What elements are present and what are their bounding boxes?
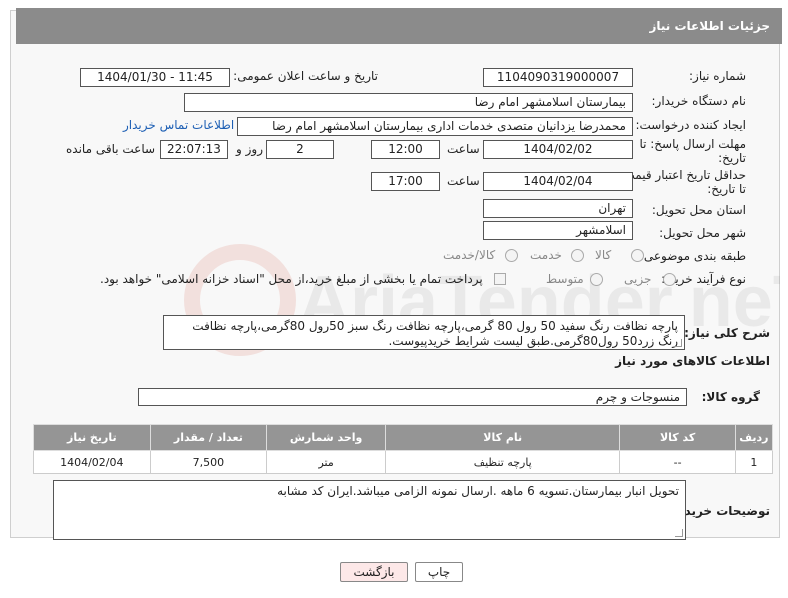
cell-item-name: پارچه تنظیف — [385, 450, 621, 474]
panel-header: جزئیات اطلاعات نیاز — [16, 8, 782, 44]
buyer-org-label: نام دستگاه خریدار: — [651, 94, 747, 108]
price-validity-label: حداقل تاریخ اعتبار قیمت: تا تاریخ: — [619, 168, 746, 196]
cell-item-code: -- — [619, 450, 736, 474]
announce-label: تاریخ و ساعت اعلان عمومی: — [233, 69, 378, 83]
goods-group-label: گروه کالا: — [701, 390, 760, 404]
cell-unit: متر — [266, 450, 387, 474]
remaining-time-field: 22:07:13 — [160, 140, 228, 159]
deadline-time-field: 12:00 — [371, 140, 440, 159]
description-label: شرح کلی نیاز: — [684, 326, 770, 340]
process-radio-minor[interactable] — [663, 273, 676, 286]
city-field: اسلامشهر — [483, 221, 633, 240]
col-row-number: ردیف — [734, 424, 774, 451]
deadline-label: مهلت ارسال پاسخ: تا تاریخ: — [639, 137, 746, 165]
description-text: پارچه نظافت رنگ سفید 50 رول 80 گرمی،پارچ… — [192, 319, 678, 348]
category-radio-service[interactable] — [571, 249, 584, 262]
city-label: شهر محل تحویل: — [659, 226, 746, 240]
province-field: تهران — [483, 199, 633, 218]
price-time-label: ساعت — [447, 174, 480, 188]
creator-field: محمدرضا یزدانیان متصدی خدمات اداری بیمار… — [237, 117, 633, 136]
need-number-label: شماره نیاز: — [689, 69, 746, 83]
remaining-label: ساعت باقی مانده — [66, 142, 156, 156]
announce-field: 1404/01/30 - 11:45 — [80, 68, 230, 87]
deadline-date-field: 1404/02/02 — [483, 140, 633, 159]
process-option-minor: جزیی — [624, 272, 652, 286]
table-row: 1 -- پارچه تنظیف متر 7,500 1404/02/04 — [33, 450, 774, 474]
category-radio-goods[interactable] — [631, 249, 644, 262]
col-unit: واحد شمارش — [266, 424, 387, 451]
buyer-org-field: بیمارستان اسلامشهر امام رضا — [184, 93, 633, 112]
payment-note: پرداخت تمام یا بخشی از مبلغ خرید،از محل … — [100, 272, 483, 286]
deadline-time-label: ساعت — [447, 142, 480, 156]
category-option-goods-service: کالا/خدمت — [443, 248, 496, 262]
category-label: طبقه بندی موضوعی: — [639, 249, 746, 263]
cell-quantity: 7,500 — [149, 450, 268, 474]
price-date-field: 1404/02/04 — [483, 172, 633, 191]
category-option-service: خدمت — [530, 248, 562, 262]
description-textarea: پارچه نظافت رنگ سفید 50 رول 80 گرمی،پارچ… — [163, 315, 685, 350]
process-option-medium: متوسط — [546, 272, 584, 286]
goods-table-header: ردیف کد کالا نام کالا واحد شمارش تعداد /… — [33, 424, 774, 451]
process-radio-medium[interactable] — [590, 273, 603, 286]
col-item-name: نام کالا — [385, 424, 621, 451]
col-need-date: تاریخ نیاز — [33, 424, 151, 451]
col-item-code: کد کالا — [619, 424, 736, 451]
cell-row-number: 1 — [734, 450, 774, 474]
days-label: روز و — [236, 142, 263, 156]
cell-need-date: 1404/02/04 — [33, 450, 151, 474]
need-number-field: 1104090319000007 — [483, 68, 633, 87]
price-time-field: 17:00 — [371, 172, 440, 191]
buyer-notes-text: تحویل انبار بیمارستان.تسویه 6 ماهه .ارسا… — [277, 484, 679, 498]
goods-section-title: اطلاعات کالاهای مورد نیاز — [615, 354, 770, 368]
buyer-notes-textarea: تحویل انبار بیمارستان.تسویه 6 ماهه .ارسا… — [53, 480, 686, 540]
back-button[interactable]: بازگشت — [340, 562, 408, 582]
col-quantity: تعداد / مقدار — [149, 424, 268, 451]
category-option-goods: کالا — [595, 248, 612, 262]
print-button[interactable]: چاپ — [415, 562, 463, 582]
goods-table: ردیف کد کالا نام کالا واحد شمارش تعداد /… — [33, 424, 774, 474]
resize-handle[interactable] — [675, 529, 683, 537]
resize-handle[interactable] — [674, 339, 682, 347]
contact-buyer-link[interactable]: اطلاعات تماس خریدار — [123, 118, 234, 132]
creator-label: ایجاد کننده درخواست: — [635, 118, 746, 132]
goods-group-field: منسوجات و چرم — [138, 388, 687, 406]
province-label: استان محل تحویل: — [651, 203, 746, 217]
days-field: 2 — [266, 140, 334, 159]
category-radio-goods-service[interactable] — [505, 249, 518, 262]
treasury-checkbox[interactable] — [494, 273, 506, 285]
